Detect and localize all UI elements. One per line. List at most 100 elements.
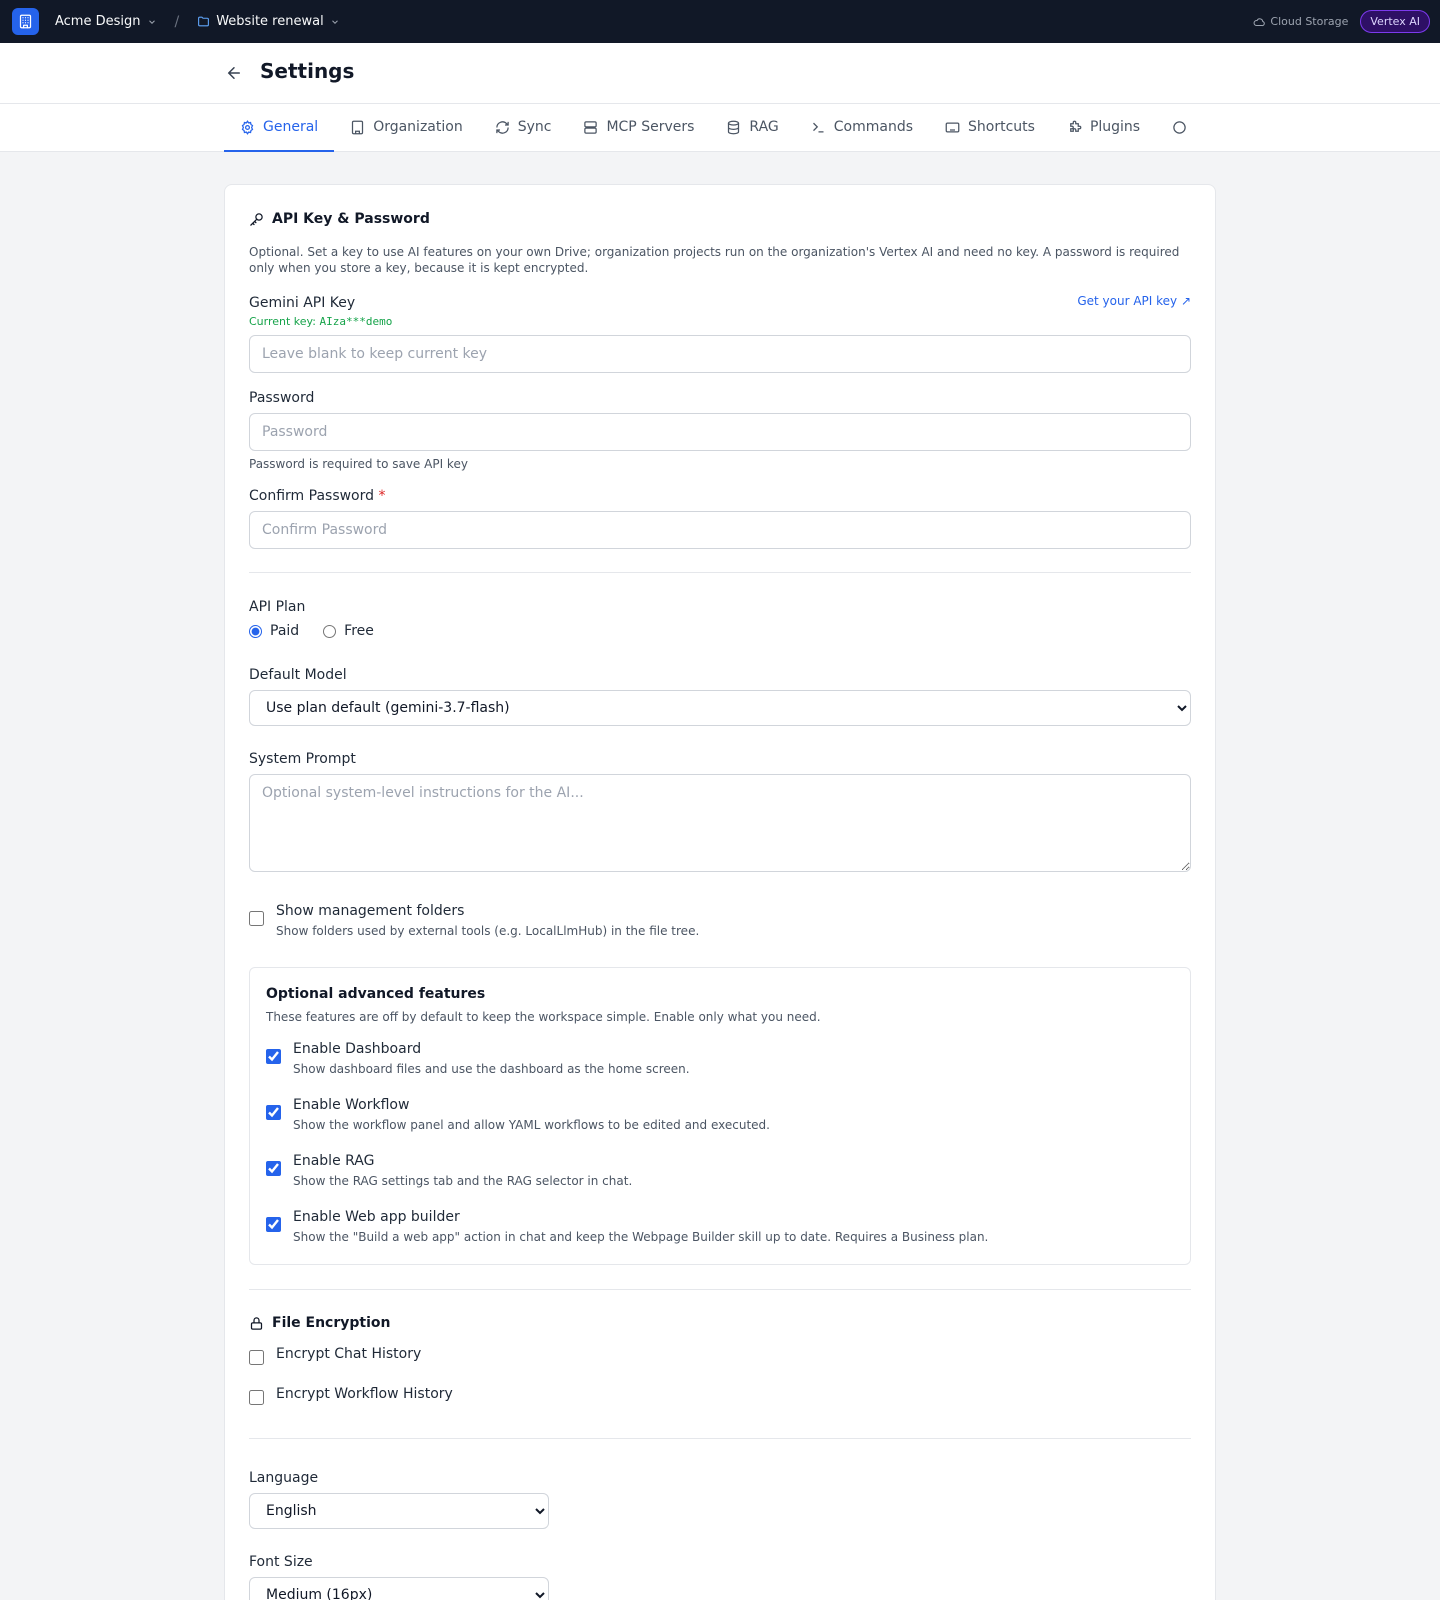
top-bar: Acme Design / Website renewal Cloud Stor… [0, 0, 1440, 43]
default-model-select[interactable]: Use plan default (gemini-3.7-flash) [249, 690, 1191, 726]
workspace-switcher[interactable]: Acme Design [55, 14, 157, 29]
back-button[interactable] [224, 63, 244, 83]
storage-indicator: Cloud Storage [1253, 15, 1348, 28]
management-folders-title: Show management folders [276, 903, 465, 919]
plan-paid-radio[interactable] [249, 624, 262, 638]
encryption-section-title: File Encryption [249, 1315, 1191, 1331]
plan-paid-option[interactable]: Paid [249, 623, 299, 639]
gemini-key-label: Gemini API Key [249, 295, 356, 311]
encrypt-workflow-checkbox[interactable] [249, 1390, 264, 1405]
tab-label: Sync [517, 119, 552, 135]
system-prompt-textarea[interactable] [249, 774, 1191, 872]
tab-label: MCP Servers [606, 119, 695, 135]
advanced-features-description: These features are off by default to kee… [266, 1010, 821, 1024]
management-folders-description: Show folders used by external tools (e.g… [276, 924, 700, 938]
arrow-left-icon [227, 67, 240, 79]
page-title: Settings [260, 59, 355, 83]
api-plan-label: API Plan [249, 599, 306, 615]
default-model-label: Default Model [249, 667, 347, 683]
enable-web-app-builder-checkbox[interactable] [266, 1217, 281, 1232]
current-key-prefix: Current key: [249, 315, 316, 328]
enable-web-app-builder-title: Enable Web app builder [293, 1209, 460, 1225]
tab-organization[interactable]: Organization [334, 104, 479, 152]
general-settings-card: API Key & Password Optional. Set a key t… [224, 184, 1216, 1600]
tab-mcp-servers[interactable]: MCP Servers [567, 104, 710, 152]
encrypt-workflow-row: Encrypt Workflow History [249, 1386, 1191, 1405]
storage-label: Cloud Storage [1270, 15, 1349, 28]
tab-shortcuts[interactable]: Shortcuts [929, 104, 1051, 152]
plan-free-radio[interactable] [323, 624, 337, 638]
tab-sync[interactable]: Sync [479, 104, 568, 152]
tab-label: RAG [749, 119, 779, 135]
server-icon [584, 120, 598, 134]
enable-workflow-checkbox[interactable] [266, 1105, 281, 1120]
refresh-icon [495, 120, 509, 134]
gear-icon [241, 119, 254, 135]
enable-rag-row: Enable RAG Show the RAG settings tab and… [266, 1153, 632, 1188]
enable-web-app-builder-description: Show the "Build a web app" action in cha… [293, 1230, 989, 1244]
enable-workflow-row: Enable Workflow Show the workflow panel … [266, 1097, 770, 1132]
vertex-ai-badge: Vertex AI [1360, 10, 1430, 33]
enable-rag-checkbox[interactable] [266, 1161, 281, 1176]
tab-rag[interactable]: RAG [710, 104, 794, 152]
encrypt-chat-label: Encrypt Chat History [276, 1346, 422, 1362]
divider [249, 1289, 1191, 1290]
cloud-icon [1253, 17, 1266, 26]
plan-free-label: Free [344, 623, 374, 639]
tab-commands[interactable]: Commands [795, 104, 929, 152]
folder-icon [197, 15, 210, 28]
management-folders-row: Show management folders Show folders use… [249, 903, 1191, 938]
api-description: Optional. Set a key to use AI features o… [249, 245, 1180, 275]
enable-dashboard-description: Show dashboard files and use the dashboa… [293, 1062, 690, 1076]
tab-overflow[interactable] [1156, 104, 1203, 152]
enable-rag-description: Show the RAG settings tab and the RAG se… [293, 1174, 633, 1188]
api-plan-options: Paid Free [249, 623, 1191, 639]
gemini-key-input[interactable] [249, 335, 1191, 373]
enable-workflow-title: Enable Workflow [293, 1097, 410, 1113]
tab-general[interactable]: General [224, 104, 335, 152]
divider [249, 1438, 1191, 1439]
enable-workflow-description: Show the workflow panel and allow YAML w… [293, 1118, 770, 1132]
confirm-password-label: Confirm Password * [249, 488, 1191, 504]
app-logo-building-icon[interactable] [12, 8, 39, 35]
page-header: Settings [0, 43, 1440, 104]
system-prompt-label: System Prompt [249, 751, 356, 767]
enable-dashboard-title: Enable Dashboard [293, 1041, 422, 1057]
plan-free-option[interactable]: Free [323, 623, 374, 639]
font-size-label: Font Size [249, 1554, 313, 1570]
encryption-heading: File Encryption [272, 1315, 391, 1331]
advanced-features-box: Optional advanced features These feature… [249, 967, 1191, 1265]
password-hint: Password is required to save API key [249, 457, 468, 471]
project-switcher[interactable]: Website renewal [197, 14, 339, 29]
tab-label: Shortcuts [968, 119, 1035, 135]
lock-icon [250, 1316, 263, 1330]
chevron-down-icon [330, 17, 340, 27]
database-icon [728, 120, 740, 134]
tab-label: General [263, 119, 319, 135]
tab-label: Plugins [1089, 119, 1141, 135]
api-section-title: API Key & Password [249, 211, 1191, 227]
confirm-password-label-text: Confirm Password [249, 488, 375, 504]
puzzle-icon [1070, 120, 1082, 132]
workspace-name: Acme Design [55, 14, 141, 29]
chevron-down-icon [147, 17, 157, 27]
project-name: Website renewal [216, 14, 324, 29]
tab-label: Commands [833, 119, 913, 135]
enable-dashboard-row: Enable Dashboard Show dashboard files an… [266, 1041, 690, 1076]
keyboard-icon [945, 122, 960, 132]
language-label: Language [249, 1470, 319, 1486]
font-size-select[interactable]: Medium (16px) [249, 1577, 549, 1600]
required-marker: * [378, 488, 386, 504]
divider [249, 572, 1191, 573]
language-select[interactable]: English [249, 1493, 549, 1529]
password-input[interactable] [249, 413, 1191, 451]
encrypt-chat-checkbox[interactable] [249, 1350, 264, 1365]
enable-dashboard-checkbox[interactable] [266, 1049, 281, 1064]
breadcrumb-separator: / [174, 13, 180, 30]
tab-plugins[interactable]: Plugins [1051, 104, 1156, 152]
key-icon [250, 212, 263, 226]
get-api-key-link[interactable]: Get your API key ↗ [1077, 294, 1191, 308]
confirm-password-input[interactable] [249, 511, 1191, 549]
terminal-icon [812, 122, 824, 132]
management-folders-checkbox[interactable] [249, 911, 264, 926]
